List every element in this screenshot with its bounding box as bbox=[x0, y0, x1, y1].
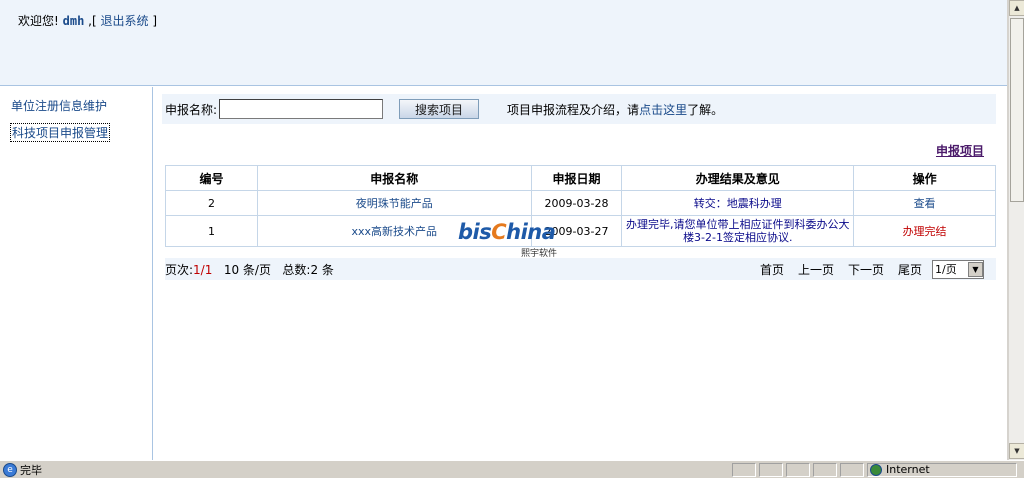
table-row: 2 夜明珠节能产品 2009-03-28 转交：地震科办理 查看 bbox=[165, 190, 996, 216]
table-header-row: 编号 申报名称 申报日期 办理结果及意见 操作 bbox=[165, 165, 996, 191]
sidebar-item-project-management[interactable]: 科技项目申报管理 bbox=[10, 123, 111, 142]
globe-icon bbox=[870, 463, 882, 476]
first-page-link[interactable]: 首页 bbox=[760, 261, 784, 278]
apply-project-link[interactable]: 申报项目 bbox=[936, 142, 984, 159]
cell-result: 办理完毕,请您单位带上相应证件到科委办公大楼3-2-1签定相应协议. bbox=[621, 215, 855, 247]
status-done: 办理完结 bbox=[853, 215, 996, 247]
pagination-info: 页次:1/1 10 条/页 总数:2 条 bbox=[165, 261, 334, 278]
status-pane bbox=[732, 462, 756, 477]
status-pane bbox=[786, 462, 810, 477]
page-select[interactable]: 1/页 ▼ bbox=[932, 259, 984, 279]
intro-suffix: 了解。 bbox=[687, 102, 724, 117]
intro-link[interactable]: 点击这里 bbox=[639, 103, 687, 117]
username: dmh bbox=[62, 14, 85, 28]
vertical-scrollbar[interactable]: ▲ ▼ bbox=[1008, 0, 1024, 460]
status-pane bbox=[840, 462, 864, 477]
scroll-thumb[interactable] bbox=[1010, 18, 1024, 202]
sidebar-item-unit-info[interactable]: 单位注册信息维护 bbox=[11, 97, 107, 114]
pagination-controls: 首页 上一页 下一页 尾页 1/页 ▼ bbox=[760, 259, 996, 279]
last-page-link[interactable]: 尾页 bbox=[898, 261, 922, 278]
project-table: 编号 申报名称 申报日期 办理结果及意见 操作 2 夜明珠节能产品 2009-0… bbox=[165, 165, 996, 247]
search-button[interactable]: 搜索项目 bbox=[399, 99, 480, 119]
cell-name[interactable]: 夜明珠节能产品 bbox=[256, 190, 532, 216]
logout-link[interactable]: 退出系统 bbox=[100, 14, 148, 28]
pagination-bar: 页次:1/1 10 条/页 总数:2 条 首页 上一页 下一页 尾页 1/页 ▼ bbox=[165, 258, 996, 280]
scroll-down-icon[interactable]: ▼ bbox=[1009, 443, 1024, 459]
watermark-text: bisChina bbox=[458, 220, 556, 244]
cell-id: 1 bbox=[165, 215, 258, 247]
page-header: 欢迎您! dmh ,[ 退出系统 ] bbox=[0, 0, 1007, 86]
sidebar: 单位注册信息维护 科技项目申报管理 bbox=[0, 87, 153, 460]
security-zone: Internet bbox=[867, 462, 1017, 477]
status-pane bbox=[813, 462, 837, 477]
status-text: 完毕 bbox=[20, 463, 42, 477]
col-header-action: 操作 bbox=[853, 165, 996, 191]
separator-open: ,[ bbox=[88, 14, 97, 28]
cell-date: 2009-03-28 bbox=[530, 190, 623, 216]
intro-prefix: 项目申报流程及介绍，请 bbox=[507, 102, 640, 117]
search-input[interactable] bbox=[219, 99, 384, 119]
cell-result: 转交：地震科办理 bbox=[621, 190, 855, 216]
cell-id: 2 bbox=[165, 190, 258, 216]
per-page: 10 条/页 bbox=[223, 262, 271, 277]
scroll-up-icon[interactable]: ▲ bbox=[1009, 0, 1024, 16]
main-content: 申报名称: 搜索项目 项目申报流程及介绍，请点击这里了解。 申报项目 编号 申报… bbox=[154, 87, 1007, 460]
watermark-subtitle: 熙宇软件 bbox=[521, 249, 558, 259]
process-intro: 项目申报流程及介绍，请点击这里了解。 bbox=[507, 101, 723, 118]
col-header-name: 申报名称 bbox=[256, 165, 532, 191]
prev-page-link[interactable]: 上一页 bbox=[798, 261, 834, 278]
welcome-bar: 欢迎您! dmh ,[ 退出系统 ] bbox=[18, 12, 157, 29]
search-bar: 申报名称: 搜索项目 项目申报流程及介绍，请点击这里了解。 bbox=[162, 94, 996, 124]
table-row: 1 xxx高新技术产品 2009-03-27 办理完毕,请您单位带上相应证件到科… bbox=[165, 215, 996, 247]
watermark-logo: bisChina 熙宇软件 bbox=[458, 220, 557, 259]
page-select-value: 1/页 bbox=[935, 263, 957, 276]
view-link[interactable]: 查看 bbox=[853, 190, 996, 216]
search-label: 申报名称: bbox=[165, 102, 218, 117]
col-header-id: 编号 bbox=[165, 165, 258, 191]
next-page-link[interactable]: 下一页 bbox=[848, 261, 884, 278]
total-count: 总数:2 条 bbox=[282, 262, 334, 277]
status-pane bbox=[759, 462, 783, 477]
col-header-date: 申报日期 bbox=[530, 165, 623, 191]
page-label: 页次: bbox=[165, 262, 194, 277]
separator-close: ] bbox=[152, 14, 158, 28]
page-value: 1/1 bbox=[193, 262, 213, 277]
status-bar: e 完毕 Internet bbox=[0, 460, 1024, 478]
zone-label: Internet bbox=[886, 463, 930, 476]
col-header-result: 办理结果及意见 bbox=[621, 165, 855, 191]
browser-content: 欢迎您! dmh ,[ 退出系统 ] 单位注册信息维护 科技项目申报管理 申报名… bbox=[0, 0, 1008, 460]
welcome-prefix: 欢迎您! bbox=[18, 14, 59, 28]
chevron-down-icon: ▼ bbox=[968, 261, 983, 277]
ie-page-icon: e bbox=[3, 462, 17, 477]
